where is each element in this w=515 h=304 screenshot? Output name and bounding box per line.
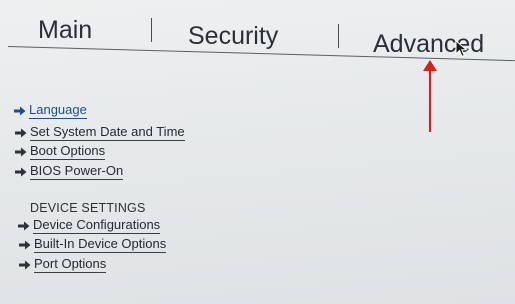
right-arrow-icon [19,240,31,250]
mouse-pointer-icon [455,40,468,58]
device-settings-heading: DEVICE SETTINGS [30,201,146,215]
red-up-arrow [423,60,437,132]
right-arrow-icon [19,260,31,270]
tab-bar: Main Security Advanced [0,0,515,62]
menu-item-label: Language [29,102,87,119]
tab-divider [151,18,152,42]
right-arrow-icon [15,147,27,157]
tab-security[interactable]: Security [188,24,278,49]
tab-divider [338,24,339,48]
menu-item-label: BIOS Power-On [30,163,124,180]
menu-item-device-configurations[interactable]: Device Configurations [18,217,161,234]
menu-item-label: Port Options [34,256,107,273]
right-arrow-icon [15,128,27,138]
menu-item-label: Device Configurations [33,217,161,234]
tab-main[interactable]: Main [38,18,92,43]
menu-item-built-in-device-options[interactable]: Built-In Device Options [19,236,167,253]
menu-item-port-options[interactable]: Port Options [19,256,107,273]
menu-item-label: Set System Date and Time [30,124,185,141]
menu-item-bios-power-on[interactable]: BIOS Power-On [15,163,124,180]
right-arrow-icon [18,221,30,231]
menu-item-boot-options[interactable]: Boot Options [15,143,106,160]
right-arrow-icon [14,106,26,116]
menu-item-set-system-date-and-time[interactable]: Set System Date and Time [15,125,185,141]
menu-item-label: Built-In Device Options [34,236,167,253]
menu-item-label: Boot Options [30,143,106,160]
menu-item-language[interactable]: Language [14,103,87,119]
right-arrow-icon [15,167,27,177]
